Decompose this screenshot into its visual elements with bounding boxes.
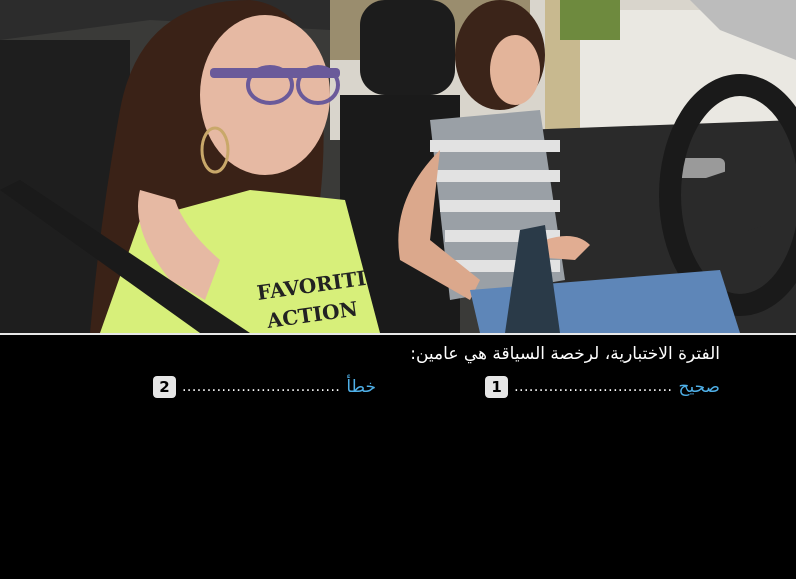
answer-option-2[interactable]: خطأ ................................ 2 xyxy=(152,375,376,399)
answer-option-1-dots: ................................ xyxy=(514,379,673,395)
question-text: الفترة الاختبارية، لرخصة السياقة هي عامي… xyxy=(410,344,720,364)
answer-option-2-dots: ................................ xyxy=(181,379,341,395)
quiz-panel: الفترة الاختبارية، لرخصة السياقة هي عامي… xyxy=(0,335,796,579)
driving-scene-photo: FAVORITI ACTION xyxy=(0,0,796,333)
answer-option-1-number: 1 xyxy=(485,376,509,398)
answer-option-1[interactable]: صحيح ................................ 1 xyxy=(485,375,720,399)
answer-option-1-label: صحيح xyxy=(678,377,720,397)
answer-option-2-label: خطأ xyxy=(346,377,376,397)
answer-option-2-number: 2 xyxy=(152,376,176,398)
